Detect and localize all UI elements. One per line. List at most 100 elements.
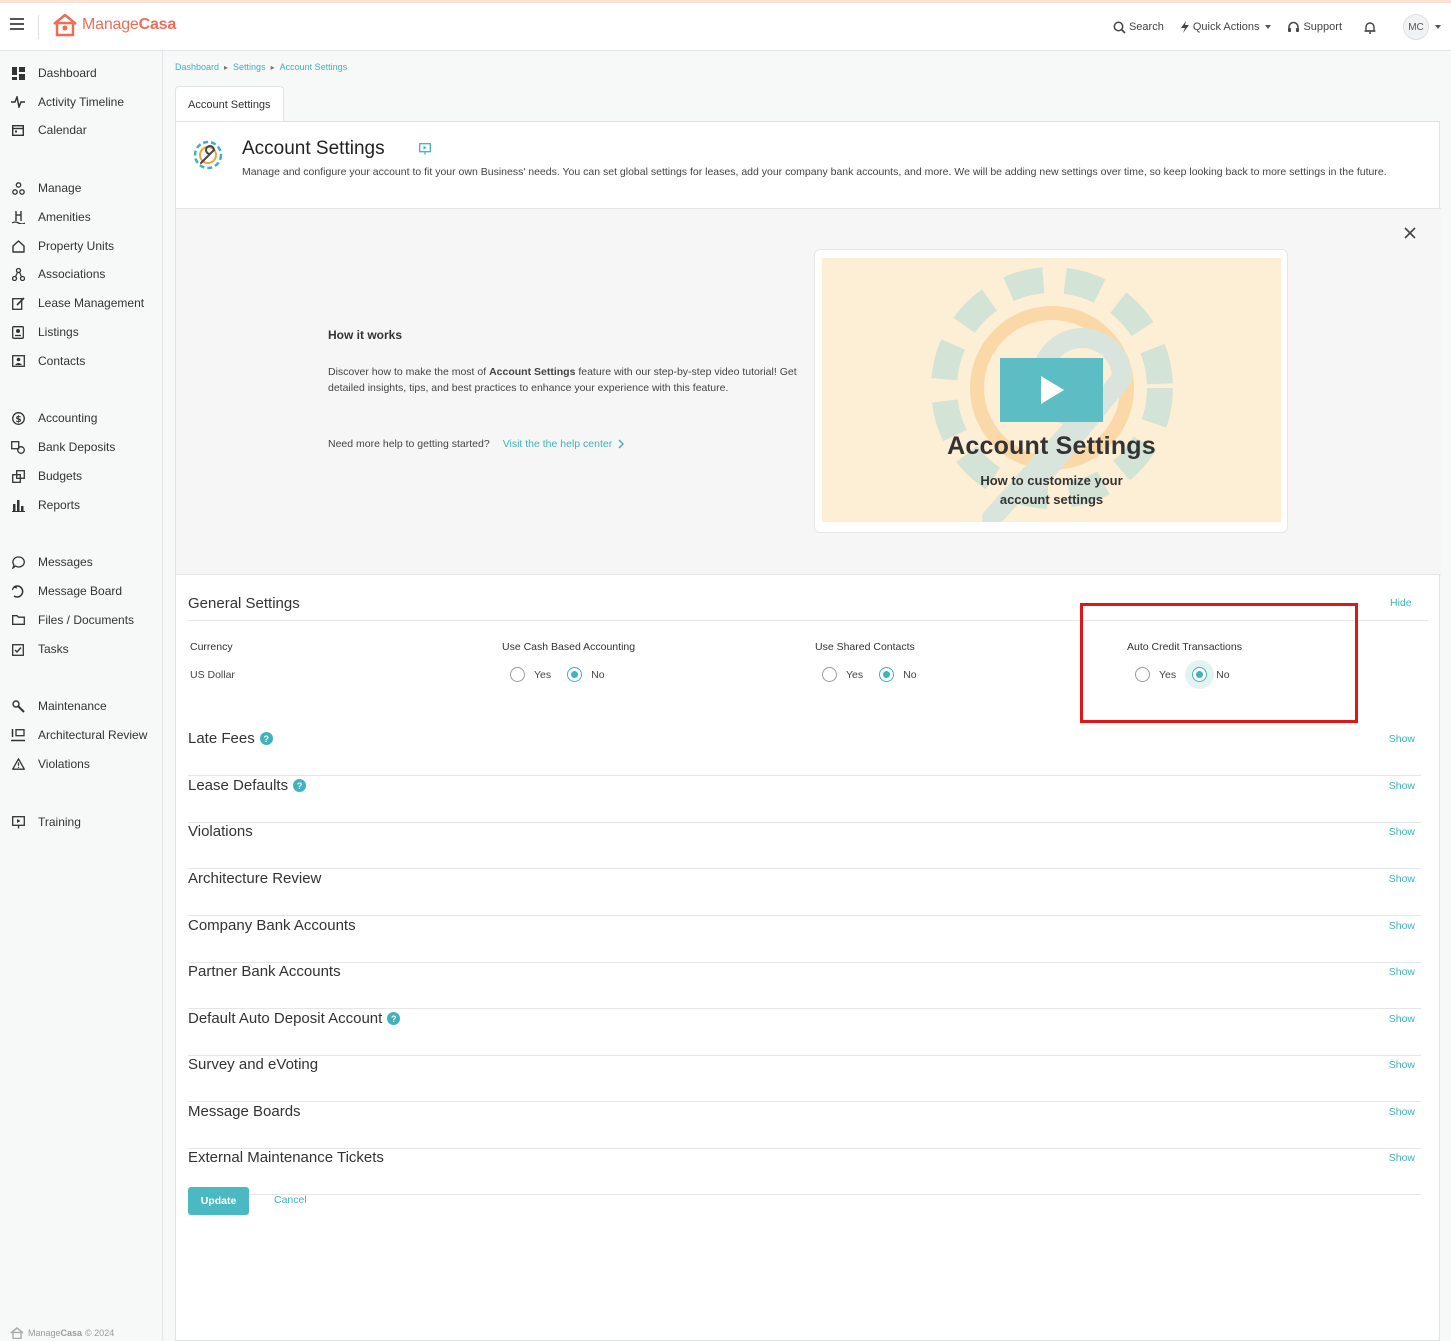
main-content: Dashboard ▸ Settings ▸ Account Settings … — [163, 51, 1451, 1341]
breadcrumb-account-settings[interactable]: Account Settings — [280, 62, 348, 72]
cash-accounting-no-radio[interactable] — [567, 667, 583, 682]
show-link[interactable]: Show — [1389, 1106, 1415, 1118]
section-architecture-review[interactable]: Architecture Review Show — [188, 870, 1421, 916]
video-subtitle: How to customize your account settings — [980, 473, 1123, 507]
cash-accounting-label: Use Cash Based Accounting — [502, 641, 636, 653]
avatar[interactable]: MC — [1403, 14, 1429, 40]
sidebar-item-training[interactable]: Training — [0, 811, 163, 833]
general-settings-hide-link[interactable]: Hide — [1390, 597, 1412, 609]
section-late-fees[interactable]: Late Fees? Show — [188, 730, 1421, 776]
chevron-right-icon[interactable] — [618, 439, 625, 449]
show-link[interactable]: Show — [1389, 1152, 1415, 1164]
cash-accounting-radio-group: Yes No — [510, 667, 621, 682]
architectural-icon — [11, 728, 25, 742]
sidebar-item-budgets[interactable]: Budgets — [0, 465, 163, 487]
sidebar-item-listings[interactable]: Listings — [0, 321, 163, 343]
help-row: Need more help to getting started? Visit… — [328, 438, 625, 450]
help-center-link[interactable]: Visit the the help center — [503, 438, 613, 450]
section-default-auto-deposit-account[interactable]: Default Auto Deposit Account? Show — [188, 1010, 1421, 1056]
menu-icon[interactable] — [10, 18, 24, 32]
shared-contacts-yes-radio[interactable] — [822, 667, 837, 682]
sidebar-item-activity-timeline[interactable]: Activity Timeline — [0, 91, 163, 113]
help-icon[interactable]: ? — [293, 779, 307, 792]
message-icon — [11, 555, 25, 569]
close-icon[interactable] — [1404, 226, 1418, 240]
video-title: Account Settings — [947, 432, 1156, 460]
chevron-down-icon — [1265, 25, 1272, 29]
headset-icon — [1288, 21, 1300, 32]
currency-value: US Dollar — [190, 669, 235, 681]
sidebar-item-dashboard[interactable]: Dashboard — [0, 62, 163, 84]
show-link[interactable]: Show — [1389, 1059, 1415, 1071]
account-menu-chevron-icon[interactable] — [1435, 25, 1441, 29]
video-thumbnail[interactable]: Account Settings How to customize your ac… — [822, 258, 1281, 522]
support-button[interactable]: Support — [1287, 21, 1342, 34]
how-it-works-description: Discover how to make the most of Account… — [328, 366, 797, 394]
sidebar-item-accounting[interactable]: $ Accounting — [0, 407, 163, 429]
show-link[interactable]: Show — [1389, 1013, 1415, 1025]
section-message-boards[interactable]: Message Boards Show — [188, 1103, 1421, 1149]
how-it-works-banner: How it works Discover how to make the mo… — [176, 209, 1441, 575]
sidebar-item-tasks[interactable]: Tasks — [0, 638, 163, 660]
play-button[interactable] — [1000, 358, 1103, 422]
sidebar-item-amenities[interactable]: Amenities — [0, 206, 163, 228]
section-company-bank-accounts[interactable]: Company Bank Accounts Show — [188, 917, 1421, 963]
sidebar-item-bank-deposits[interactable]: Bank Deposits — [0, 436, 163, 458]
sidebar-item-architectural-review[interactable]: Architectural Review — [0, 724, 163, 746]
home-icon — [11, 239, 25, 253]
dollar-icon: $ — [11, 411, 25, 425]
sidebar-item-reports[interactable]: Reports — [0, 494, 163, 516]
sidebar-item-messages[interactable]: Messages — [0, 551, 163, 573]
sidebar-item-message-board[interactable]: Message Board — [0, 580, 163, 602]
sidebar-item-violations[interactable]: Violations — [0, 753, 163, 775]
logo-text: ManageCasa — [82, 16, 177, 33]
show-link[interactable]: Show — [1389, 966, 1415, 978]
update-button[interactable]: Update — [188, 1187, 249, 1215]
show-link[interactable]: Show — [1389, 826, 1415, 838]
sidebar-item-calendar[interactable]: Calendar — [0, 119, 163, 141]
show-link[interactable]: Show — [1389, 873, 1415, 885]
tab-account-settings[interactable]: Account Settings — [175, 86, 284, 122]
associations-icon — [11, 267, 25, 281]
help-icon[interactable]: ? — [259, 732, 273, 745]
section-violations[interactable]: Violations Show — [188, 823, 1421, 869]
section-survey-evoting[interactable]: Survey and eVoting Show — [188, 1056, 1421, 1102]
search-button[interactable]: Search — [1113, 21, 1164, 34]
dashboard-icon — [11, 66, 25, 80]
lightning-icon — [1180, 21, 1189, 33]
sidebar-item-property-units[interactable]: Property Units — [0, 235, 163, 257]
maintenance-icon — [11, 699, 25, 713]
settings-gear-wrench-icon — [188, 135, 228, 180]
show-link[interactable]: Show — [1389, 920, 1415, 932]
sidebar: Dashboard Activity Timeline Calendar Man… — [0, 51, 163, 1341]
how-it-works-title: How it works — [328, 328, 403, 342]
sidebar-item-contacts[interactable]: Contacts — [0, 350, 163, 372]
notifications-button[interactable] — [1364, 21, 1379, 34]
section-lease-defaults[interactable]: Lease Defaults? Show — [188, 777, 1421, 823]
sidebar-item-manage[interactable]: Manage — [0, 177, 163, 199]
cancel-button[interactable]: Cancel — [274, 1194, 307, 1206]
video-tutorial-icon[interactable] — [419, 142, 431, 160]
show-link[interactable]: Show — [1389, 780, 1415, 792]
logo[interactable]: ManageCasa — [52, 13, 176, 37]
currency-label: Currency — [190, 641, 233, 653]
sidebar-item-lease-management[interactable]: Lease Management — [0, 292, 163, 314]
sidebar-item-files-documents[interactable]: Files / Documents — [0, 609, 163, 631]
show-link[interactable]: Show — [1389, 733, 1415, 745]
breadcrumb-dashboard[interactable]: Dashboard — [175, 62, 219, 72]
sidebar-item-maintenance[interactable]: Maintenance — [0, 695, 163, 717]
help-icon[interactable]: ? — [387, 1012, 401, 1025]
breadcrumb-settings[interactable]: Settings — [233, 62, 266, 72]
cash-accounting-yes-radio[interactable] — [510, 667, 525, 682]
video-card[interactable]: Account Settings How to customize your ac… — [814, 249, 1288, 533]
quick-actions-button[interactable]: Quick Actions — [1180, 21, 1272, 33]
section-partner-bank-accounts[interactable]: Partner Bank Accounts Show — [188, 963, 1421, 1009]
shared-contacts-label: Use Shared Contacts — [815, 641, 915, 653]
house-logo-icon — [53, 13, 77, 37]
breadcrumb: Dashboard ▸ Settings ▸ Account Settings — [175, 62, 347, 72]
section-external-maintenance-tickets[interactable]: External Maintenance Tickets Show — [188, 1149, 1421, 1195]
budgets-icon — [11, 469, 25, 483]
shared-contacts-no-radio[interactable] — [879, 667, 895, 682]
svg-text:$: $ — [15, 414, 21, 424]
sidebar-item-associations[interactable]: Associations — [0, 263, 163, 285]
